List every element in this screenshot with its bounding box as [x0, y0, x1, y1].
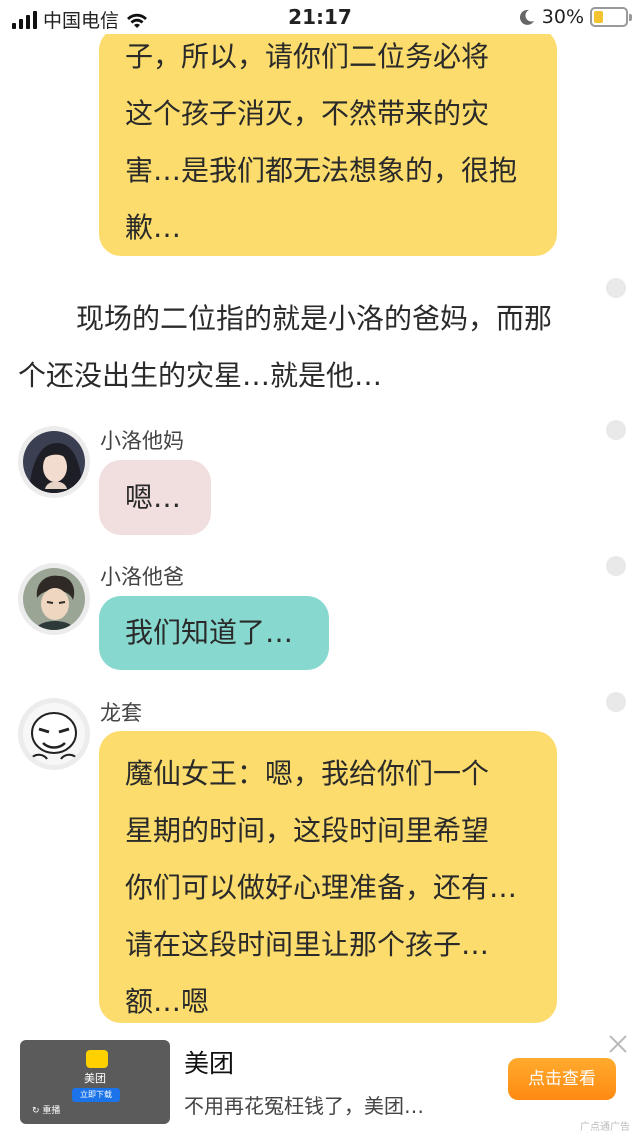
message-line: 额…嗯 — [125, 985, 210, 1018]
message-text: 嗯… — [125, 481, 182, 514]
ad-cta-button[interactable]: 点击查看 — [508, 1058, 616, 1100]
replay-label[interactable]: ↻ 重播 — [32, 1103, 60, 1116]
narration-text: 现场的二位指的就是小洛的爸妈，而那 个还没出生的灾星…就是他… — [18, 290, 598, 404]
ad-source-label: 广点通广告 — [580, 1122, 630, 1133]
ad-banner[interactable]: 美团 立即下载 ↻ 重播 美团 不用再花冤枉钱了，美团… 点击查看 广点通广告 — [0, 1024, 640, 1140]
close-icon[interactable] — [606, 1032, 630, 1056]
avatar-mother[interactable] — [18, 426, 90, 498]
message-bubble-continued: 子，所以，请你们二位务必将 这个孩子消灭，不然带来的灾 害…是我们都无法想象的，… — [99, 28, 557, 256]
speaker-name: 小洛他爸 — [100, 565, 184, 589]
battery-icon — [590, 7, 632, 27]
ad-title: 美团 — [184, 1049, 235, 1078]
comment-dot[interactable] — [606, 420, 626, 440]
comment-dot[interactable] — [606, 278, 626, 298]
message-line: 你们可以做好心理准备，还有… — [125, 871, 518, 904]
speaker-name: 龙套 — [100, 701, 142, 725]
narration-line: 现场的二位指的就是小洛的爸妈，而那 — [76, 302, 553, 335]
avatar-extra[interactable] — [18, 698, 90, 770]
comment-dot[interactable] — [606, 556, 626, 576]
message-line: 害…是我们都无法想象的，很抱 — [125, 154, 518, 187]
ad-description: 不用再花冤枉钱了，美团… — [184, 1094, 424, 1118]
moon-icon — [519, 9, 534, 25]
avatar-father[interactable] — [18, 563, 90, 635]
message-bubble: 我们知道了… — [99, 596, 329, 670]
message-line: 请在这段时间里让那个孩子… — [125, 928, 490, 961]
speaker-name: 小洛他妈 — [100, 429, 184, 453]
comment-dot[interactable] — [606, 692, 626, 712]
message-bubble: 魔仙女王：嗯，我给你们一个 星期的时间，这段时间里希望 你们可以做好心理准备，还… — [99, 731, 557, 1023]
status-bar: 中国电信 21:17 30% — [0, 0, 640, 34]
battery-percent: 30% — [541, 6, 584, 28]
ad-thumbnail[interactable]: 美团 立即下载 ↻ 重播 — [20, 1040, 170, 1124]
message-line: 这个孩子消灭，不然带来的灾 — [125, 97, 490, 130]
message-line: 星期的时间，这段时间里希望 — [125, 814, 490, 847]
status-right: 30% — [518, 6, 632, 28]
message-line: 魔仙女王：嗯，我给你们一个 — [125, 757, 490, 790]
ad-thumb-download: 立即下载 — [72, 1088, 120, 1102]
ad-thumb-brand: 美团 — [84, 1072, 106, 1085]
narration-line: 个还没出生的灾星…就是他… — [18, 359, 383, 392]
message-line: 子，所以，请你们二位务必将 — [125, 40, 490, 73]
message-line: 歉… — [125, 211, 182, 244]
replay-text: 重播 — [42, 1106, 61, 1116]
message-text: 我们知道了… — [125, 616, 294, 649]
meituan-logo-icon — [86, 1050, 108, 1068]
message-bubble: 嗯… — [99, 460, 211, 535]
